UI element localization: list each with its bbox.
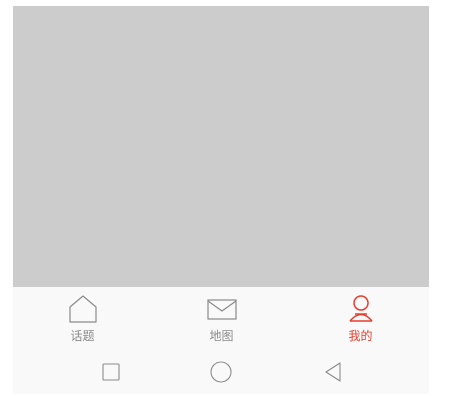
phone-screen: 话题 地图 我的 (13, 6, 429, 394)
recent-apps-icon (91, 355, 131, 389)
tab-topics-label: 话题 (70, 329, 95, 343)
content-placeholder (13, 6, 429, 287)
home-icon (66, 294, 100, 324)
back-button[interactable] (313, 355, 353, 389)
tab-me[interactable]: 我的 (291, 287, 430, 351)
tab-me-label: 我的 (348, 329, 373, 343)
user-icon (344, 294, 378, 324)
tab-topics[interactable]: 话题 (13, 287, 152, 351)
tab-map-label: 地图 (209, 329, 234, 343)
mail-icon (205, 294, 239, 324)
bottom-tab-bar: 话题 地图 我的 (13, 287, 429, 351)
home-circle-icon (201, 355, 241, 389)
system-navigation-bar (13, 351, 429, 394)
tab-map[interactable]: 地图 (152, 287, 291, 351)
back-triangle-icon (313, 355, 353, 389)
recent-apps-button[interactable] (91, 355, 131, 389)
home-button[interactable] (201, 355, 241, 389)
